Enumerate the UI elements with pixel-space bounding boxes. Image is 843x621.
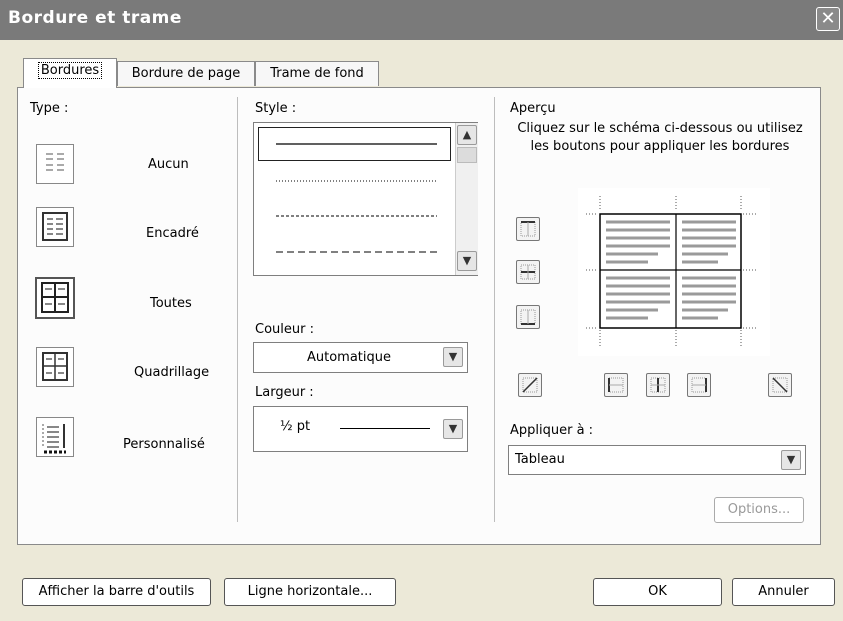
apply-to-value: Tableau bbox=[515, 452, 565, 467]
style-listbox[interactable]: ▲ ▼ bbox=[253, 122, 478, 276]
divider bbox=[237, 97, 238, 522]
right-border-icon bbox=[691, 377, 707, 393]
diagonal-up-border-icon bbox=[522, 377, 538, 393]
close-icon: ✕ bbox=[820, 8, 836, 29]
all-borders-icon[interactable] bbox=[35, 277, 75, 319]
tab-label: Trame de fond bbox=[270, 66, 364, 81]
instructions-line: Cliquez sur le schéma ci-dessous ou util… bbox=[517, 121, 803, 136]
width-value: ½ pt bbox=[280, 419, 311, 434]
type-item-label[interactable]: Toutes bbox=[150, 296, 192, 311]
horizontal-inside-border-button[interactable] bbox=[516, 260, 540, 284]
tab-label: Bordures bbox=[37, 62, 103, 79]
divider bbox=[494, 97, 495, 522]
width-line-sample bbox=[340, 428, 430, 429]
instructions-line: les boutons pour appliquer les bordures bbox=[530, 139, 790, 154]
scroll-down-button[interactable]: ▼ bbox=[457, 251, 477, 271]
style-label: Style : bbox=[255, 101, 297, 116]
horizontal-inside-border-icon bbox=[520, 264, 536, 280]
preview-instructions: Cliquez sur le schéma ci-dessous ou util… bbox=[500, 120, 820, 156]
close-button[interactable]: ✕ bbox=[816, 7, 840, 31]
custom-border-icon[interactable] bbox=[36, 417, 74, 457]
cancel-button[interactable]: Annuler bbox=[732, 578, 835, 606]
grid-border-icon[interactable] bbox=[36, 347, 74, 387]
type-label: Type : bbox=[30, 101, 69, 116]
ok-button[interactable]: OK bbox=[593, 578, 722, 606]
color-label: Couleur : bbox=[255, 322, 314, 337]
bottom-border-icon bbox=[520, 309, 536, 325]
diagonal-down-border-button[interactable] bbox=[768, 373, 792, 397]
scroll-thumb[interactable] bbox=[457, 147, 477, 163]
scroll-up-button[interactable]: ▲ bbox=[457, 125, 477, 145]
show-toolbar-button[interactable]: Afficher la barre d'outils bbox=[22, 578, 211, 606]
none-border-icon[interactable] bbox=[36, 144, 74, 184]
chevron-down-icon[interactable]: ▼ bbox=[443, 419, 463, 439]
chevron-down-icon[interactable]: ▼ bbox=[443, 347, 463, 367]
color-value: Automatique bbox=[306, 350, 391, 365]
vertical-inside-border-button[interactable] bbox=[646, 373, 670, 397]
apply-to-label: Appliquer à : bbox=[510, 423, 594, 438]
top-border-icon bbox=[520, 221, 536, 237]
color-dropdown[interactable]: Automatique ▼ bbox=[253, 342, 468, 373]
top-border-button[interactable] bbox=[516, 217, 540, 241]
preview-diagram[interactable] bbox=[578, 188, 770, 356]
vertical-inside-border-icon bbox=[650, 377, 666, 393]
bottom-border-button[interactable] bbox=[516, 305, 540, 329]
tab-bordures[interactable]: Bordures bbox=[23, 58, 117, 88]
diagonal-up-border-button[interactable] bbox=[518, 373, 542, 397]
options-button[interactable]: Options... bbox=[714, 497, 804, 523]
type-item-label[interactable]: Encadré bbox=[146, 226, 199, 241]
left-border-icon bbox=[608, 377, 624, 393]
type-item-label[interactable]: Personnalisé bbox=[123, 437, 205, 452]
type-item-label[interactable]: Aucun bbox=[148, 157, 189, 172]
width-dropdown[interactable]: ½ pt ▼ bbox=[253, 406, 468, 452]
tab-trame-de-fond[interactable]: Trame de fond bbox=[255, 61, 379, 86]
style-lines bbox=[276, 143, 437, 253]
horizontal-line-button[interactable]: Ligne horizontale... bbox=[224, 578, 396, 606]
tab-bordure-de-page[interactable]: Bordure de page bbox=[117, 61, 255, 86]
tab-label: Bordure de page bbox=[131, 66, 241, 81]
right-border-button[interactable] bbox=[687, 373, 711, 397]
box-border-icon[interactable] bbox=[36, 207, 74, 247]
preview-label: Aperçu bbox=[510, 101, 556, 116]
diagonal-down-border-icon bbox=[772, 377, 788, 393]
chevron-down-icon[interactable]: ▼ bbox=[781, 450, 801, 470]
preview-table-graphic bbox=[586, 196, 756, 346]
dialog-title: Bordure et trame bbox=[8, 8, 182, 28]
apply-to-dropdown[interactable]: Tableau ▼ bbox=[508, 445, 806, 475]
left-border-button[interactable] bbox=[604, 373, 628, 397]
type-item-label[interactable]: Quadrillage bbox=[134, 365, 209, 380]
style-scrollbar[interactable]: ▲ ▼ bbox=[455, 123, 478, 275]
width-label: Largeur : bbox=[255, 385, 314, 400]
